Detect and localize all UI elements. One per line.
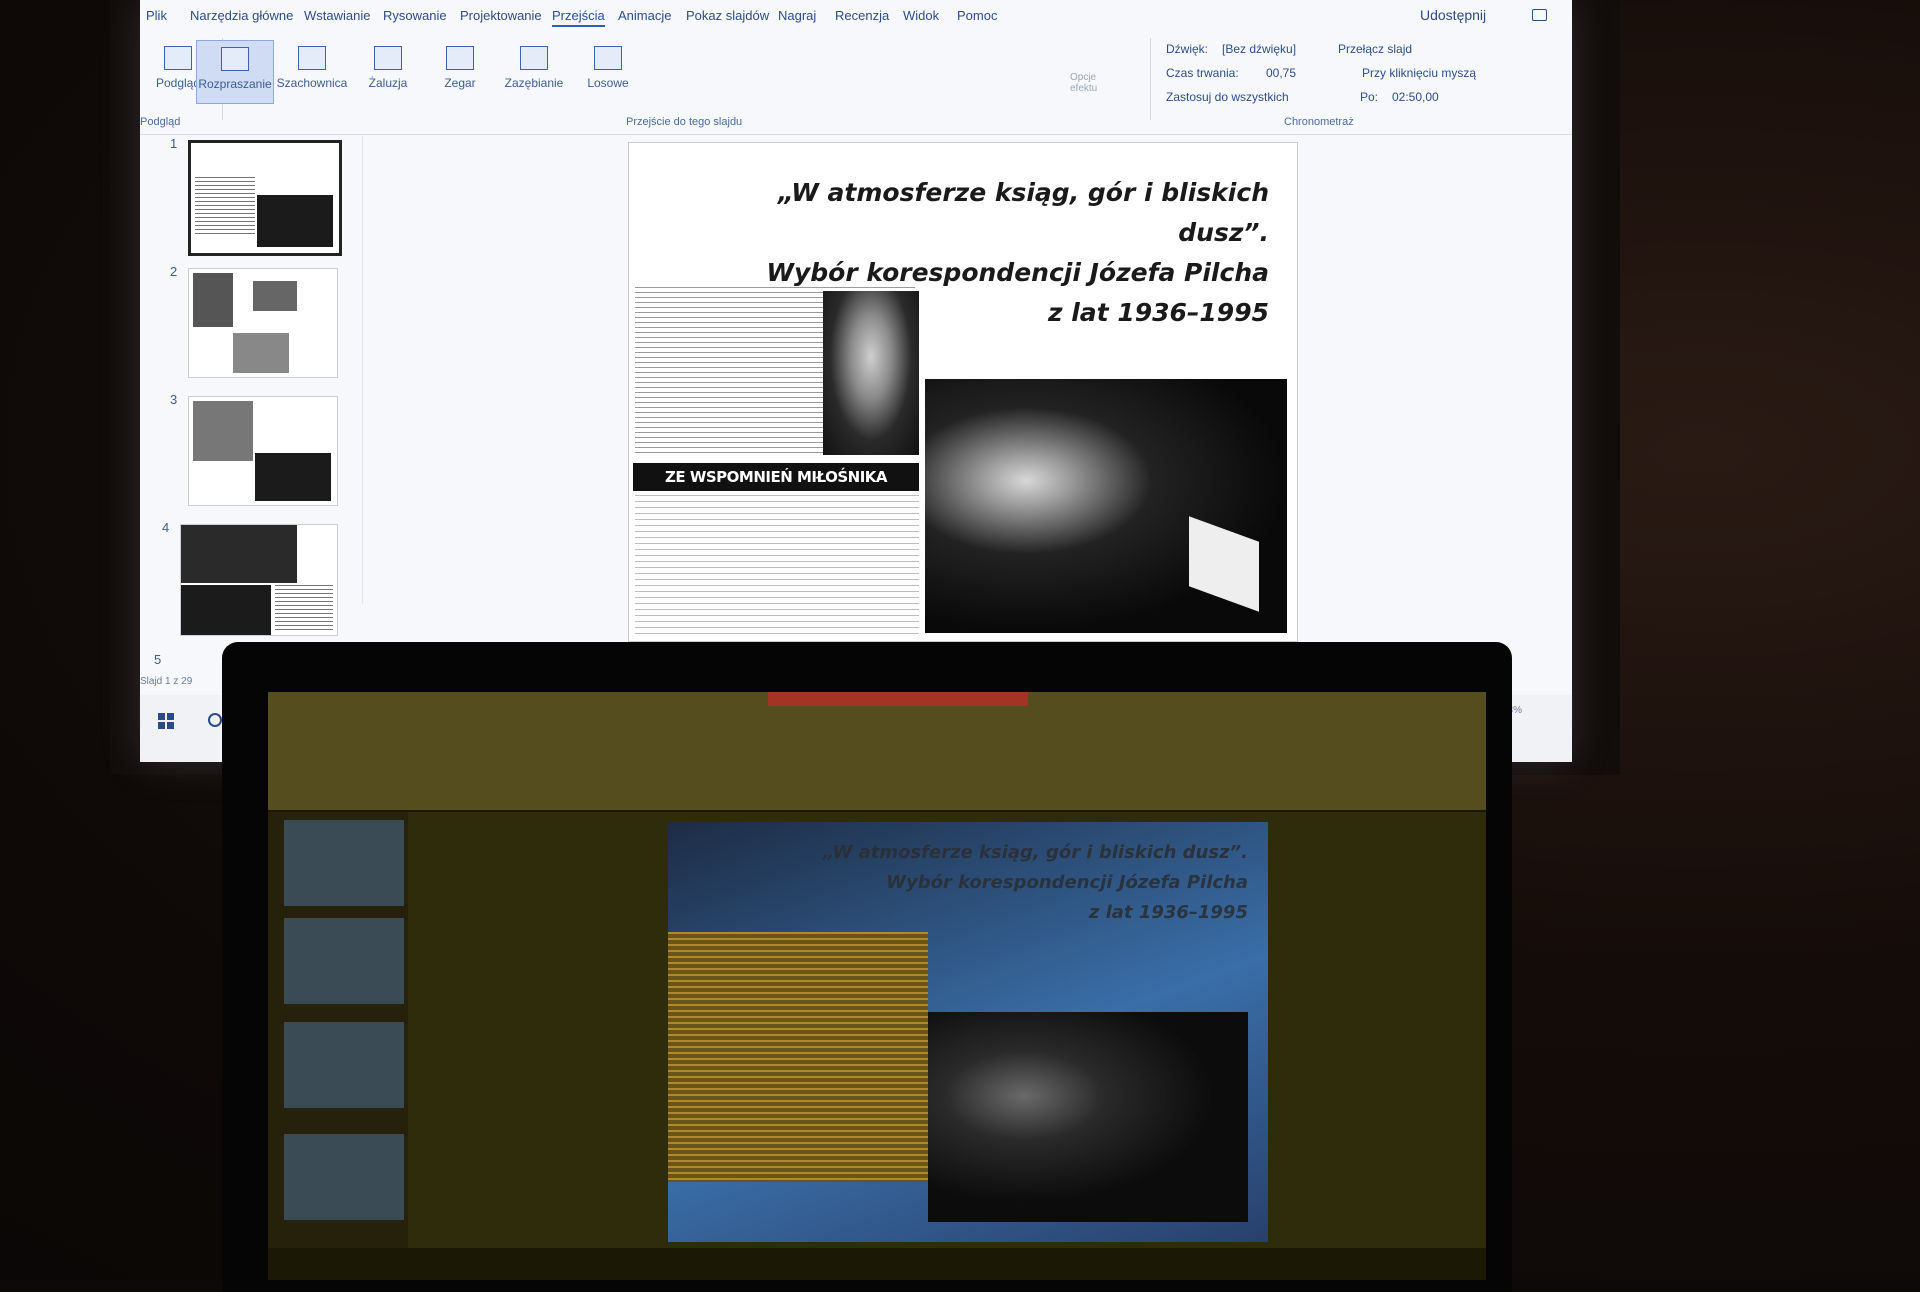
thumb-number: 4 xyxy=(162,520,170,535)
laptop-current-slide[interactable]: „W atmosferze ksiąg, gór i bliskich dusz… xyxy=(668,822,1268,1242)
thumb-photo xyxy=(253,281,297,311)
transition-rozpraszanie[interactable]: Rozpraszanie xyxy=(196,40,274,104)
thumb-number: 3 xyxy=(170,392,178,407)
transition-label: Zegar xyxy=(444,76,476,90)
tab-help[interactable]: Pomoc xyxy=(957,8,997,23)
divider xyxy=(1150,38,1151,120)
checkerboard-icon xyxy=(298,46,326,70)
tab-plik[interactable]: Plik xyxy=(146,8,167,23)
laptop-screen: „W atmosferze ksiąg, gór i bliskich dusz… xyxy=(268,692,1486,1280)
after-label: Po: xyxy=(1360,90,1379,104)
laptop-status-bar xyxy=(268,1248,1486,1280)
laptop-title-line-2: Wybór korespondencji Józefa Pilcha xyxy=(886,872,1248,893)
laptop-thumbnail[interactable] xyxy=(284,918,404,1004)
tab-transitions[interactable]: Przejścia xyxy=(552,8,605,27)
thumb-photo xyxy=(193,401,253,461)
thumb-number: 1 xyxy=(170,136,178,151)
preview-icon xyxy=(164,46,192,70)
thumb-text xyxy=(195,177,255,237)
thumbnail-slide-1[interactable] xyxy=(188,140,342,256)
windows-start-icon[interactable] xyxy=(158,713,174,729)
apply-all-button[interactable]: Zastosuj do wszystkich xyxy=(1166,90,1289,104)
transition-zazebianie[interactable]: Zazębianie xyxy=(496,40,572,102)
tab-draw[interactable]: Rysowanie xyxy=(383,8,447,23)
transitions-group-label: Przejście do tego slajdu xyxy=(626,116,743,128)
tab-slideshow[interactable]: Pokaz slajdów xyxy=(686,8,769,23)
laptop-thumbnail[interactable] xyxy=(284,820,404,906)
tab-view[interactable]: Widok xyxy=(903,8,939,23)
thumbnail-scrollbar[interactable] xyxy=(362,134,373,604)
tab-insert[interactable]: Wstawianie xyxy=(304,8,370,23)
clipping-headline: ZE WSPOMNIEŃ MIŁOŚNIKA KSIĄŻEK xyxy=(633,463,919,514)
laptop-title-line-3: z lat 1936–1995 xyxy=(1088,902,1248,923)
thumbnail-slide-2[interactable] xyxy=(188,268,338,378)
duration-input[interactable]: 00,75 xyxy=(1266,66,1296,80)
thumb-photo xyxy=(181,585,271,635)
after-input[interactable]: 02:50,00 xyxy=(1392,90,1439,104)
thumb-photo xyxy=(181,525,297,583)
share-button[interactable]: Udostępnij xyxy=(1420,7,1486,23)
comment-icon[interactable] xyxy=(1532,9,1547,21)
laptop-title-bar xyxy=(768,692,1028,706)
thumb-number: 2 xyxy=(170,264,178,279)
ribbon-tabs: Plik Narzędzia główne Wstawianie Rysowan… xyxy=(140,0,1572,30)
transition-label: Szachownica xyxy=(276,76,348,90)
thumb-photo xyxy=(193,273,233,327)
timing-group-label: Chronometraż xyxy=(1284,116,1354,128)
tab-animations[interactable]: Animacje xyxy=(618,8,671,23)
reader-photo xyxy=(925,379,1287,633)
laptop-slide-title: „W atmosferze ksiąg, gór i bliskich dusz… xyxy=(788,838,1248,928)
comb-icon xyxy=(520,46,548,70)
transition-zegar[interactable]: Zegar xyxy=(422,40,498,102)
thumb-photo xyxy=(255,453,331,501)
laptop-clipping xyxy=(668,932,928,1182)
transition-losowe[interactable]: Losowe xyxy=(570,40,646,102)
newspaper-clipping-text xyxy=(635,495,919,635)
tab-design[interactable]: Projektowanie xyxy=(460,8,542,23)
tab-review[interactable]: Recenzja xyxy=(835,8,889,23)
laptop-thumbnails xyxy=(268,812,428,1280)
slide-title-line-1: „W atmosferze ksiąg, gór i bliskich dusz… xyxy=(777,178,1269,247)
effect-options-button[interactable]: Opcje efektu xyxy=(1070,72,1100,94)
search-icon[interactable] xyxy=(208,713,222,727)
slide-thumbnails: 1 2 3 4 5 xyxy=(140,134,370,674)
sound-select[interactable]: [Bez dźwięku] xyxy=(1222,42,1296,56)
thumb-photo xyxy=(233,333,289,373)
on-click-checkbox[interactable]: Przy kliknięciu myszą xyxy=(1362,66,1476,80)
transition-label: Losowe xyxy=(587,76,629,90)
transition-zaluzja[interactable]: Żaluzja xyxy=(350,40,426,102)
transition-label: Rozpraszanie xyxy=(198,77,272,91)
duration-label: Czas trwania: xyxy=(1166,66,1239,80)
newspaper-in-photo xyxy=(1189,516,1259,612)
advance-label: Przełącz slajd xyxy=(1338,42,1413,56)
laptop-ribbon xyxy=(268,692,1486,810)
laptop-title-line-1: „W atmosferze ksiąg, gór i bliskich dusz… xyxy=(822,842,1248,863)
laptop-thumbnail[interactable] xyxy=(284,1134,404,1220)
dissolve-icon xyxy=(221,47,249,71)
clock-icon xyxy=(446,46,474,70)
laptop-thumbnail[interactable] xyxy=(284,1022,404,1108)
transition-label: Zazębianie xyxy=(504,76,564,90)
blinds-icon xyxy=(374,46,402,70)
tab-home[interactable]: Narzędzia główne xyxy=(190,8,293,23)
laptop-reader-photo xyxy=(928,1012,1248,1222)
preview-group-label: Podgląd xyxy=(140,116,181,128)
tab-record[interactable]: Nagraj xyxy=(778,8,816,23)
transition-label: Żaluzja xyxy=(368,76,408,90)
portrait-photo xyxy=(823,291,919,455)
ribbon-transitions: Podgląd Podgląd Rozpraszanie Szachownica… xyxy=(140,30,1572,135)
thumb-number: 5 xyxy=(154,652,162,667)
thumb-photo xyxy=(257,195,333,247)
thumbnail-slide-3[interactable] xyxy=(188,396,338,506)
current-slide[interactable]: „W atmosferze ksiąg, gór i bliskich dusz… xyxy=(628,142,1298,642)
thumbnail-slide-4[interactable] xyxy=(180,524,338,636)
thumb-text xyxy=(275,585,333,631)
transition-szachownica[interactable]: Szachownica xyxy=(274,40,350,102)
sound-label: Dźwięk: xyxy=(1166,42,1209,56)
random-icon xyxy=(594,46,622,70)
